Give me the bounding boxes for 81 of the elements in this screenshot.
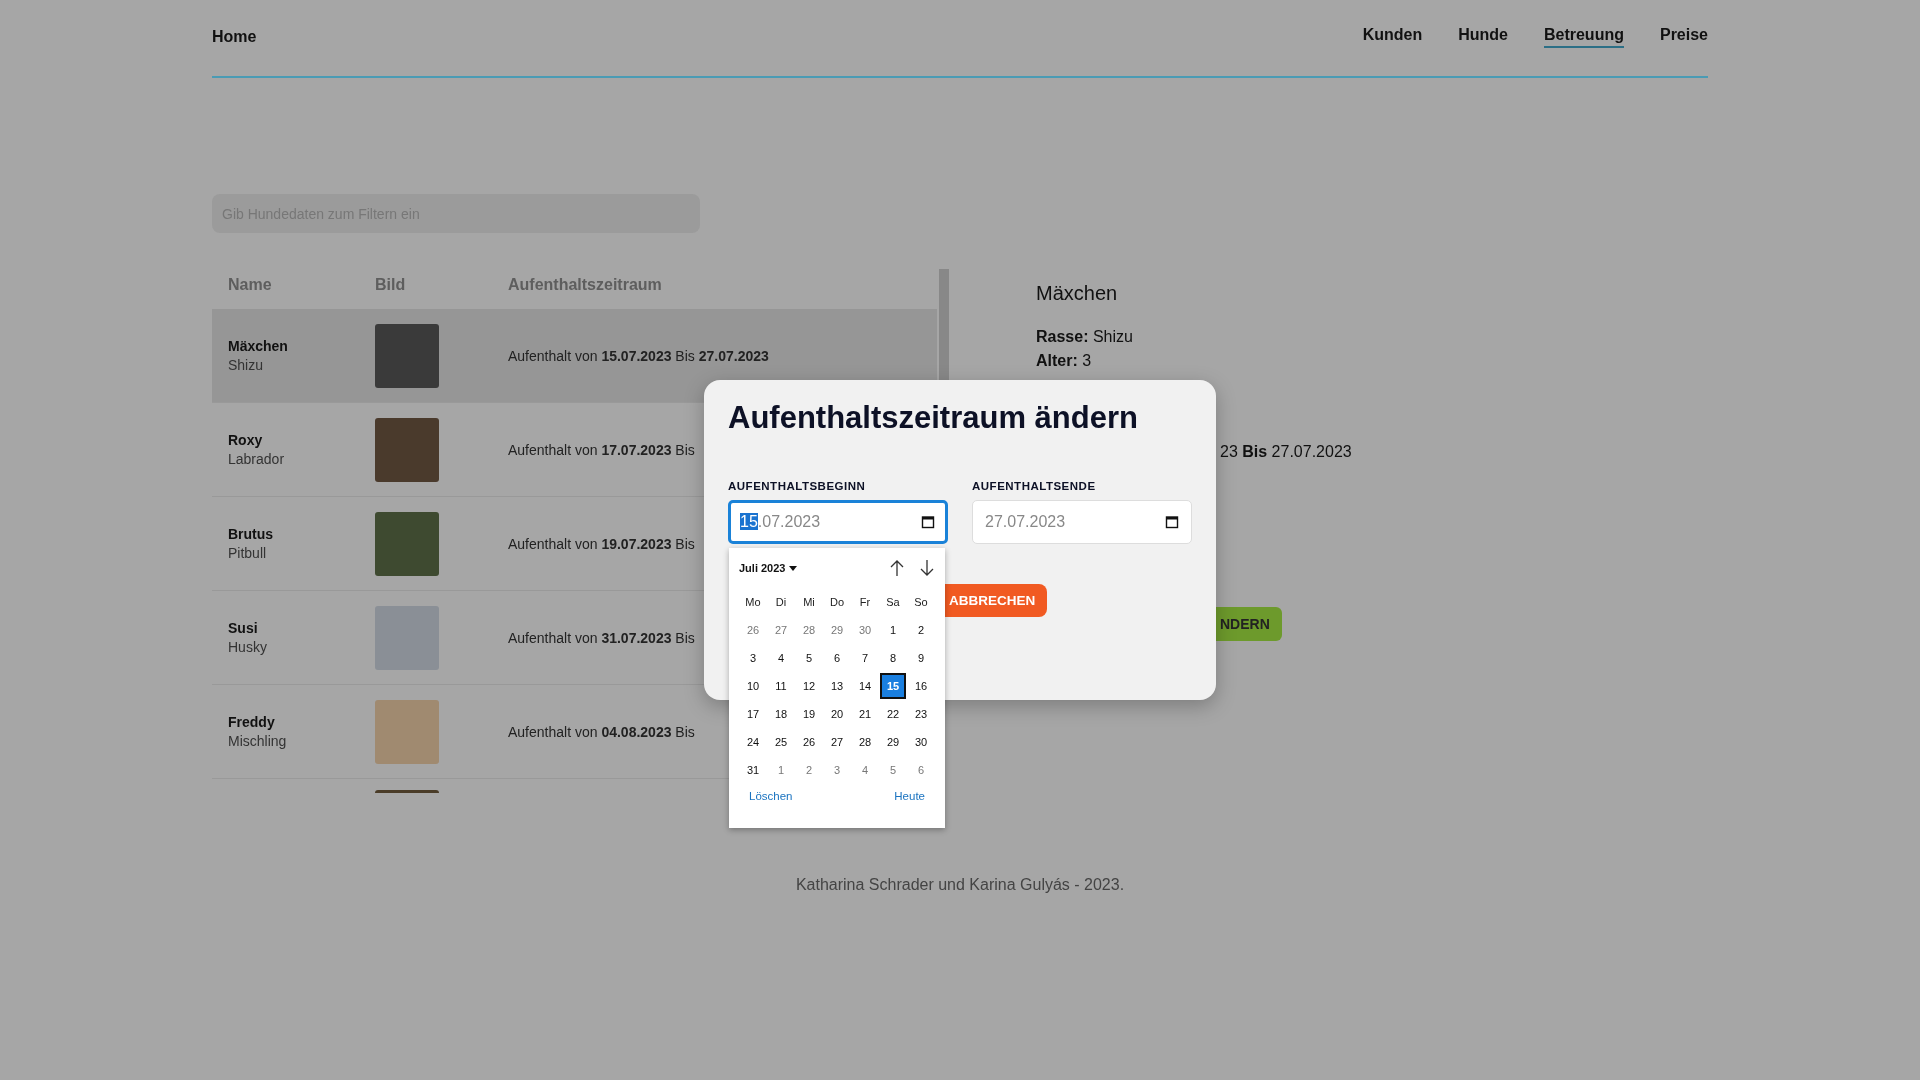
nav-link[interactable]: Betreuung <box>1543 26 1624 48</box>
dog-name: Brutus <box>228 526 275 542</box>
dog-breed: Labrador <box>228 451 286 467</box>
dog-breed: Mischling <box>228 733 288 749</box>
nav-link[interactable]: Hunde <box>1458 26 1508 48</box>
dog-name: Susi <box>228 620 259 636</box>
calendar-day[interactable]: 22 <box>879 700 907 728</box>
calendar-icon[interactable] <box>1165 515 1179 529</box>
table-row[interactable]: Mäxchen Shizu Aufenthalt von 15.07.2023 Bis 27.07.2023 <box>212 309 937 403</box>
calendar-day[interactable]: 18 <box>767 700 795 728</box>
weekday-label: Di <box>774 595 788 610</box>
home-link[interactable]: Home <box>212 28 257 46</box>
footer-text: Katharina Schrader und Karina Gulyás - 2023. <box>794 876 1126 894</box>
calendar-day[interactable]: 24 <box>739 728 767 756</box>
calendar-day[interactable]: 29 <box>879 728 907 756</box>
column-header: Bild <box>375 276 407 294</box>
calendar-day[interactable]: 26 <box>739 616 767 644</box>
calendar-day[interactable]: 30 <box>907 728 935 756</box>
calendar-day[interactable]: 3 <box>739 644 767 672</box>
calendar-day[interactable]: 5 <box>795 644 823 672</box>
calendar-day[interactable]: 28 <box>795 616 823 644</box>
calendar-day[interactable]: 15 <box>880 673 906 699</box>
calendar-day[interactable]: 23 <box>907 700 935 728</box>
weekday-label: Sa <box>885 595 901 610</box>
weekday-label: Mi <box>802 595 816 610</box>
calendar-day[interactable]: 20 <box>823 700 851 728</box>
weekday-label: Fr <box>858 595 872 610</box>
weekday-label: So <box>913 595 929 610</box>
weekday-label: Do <box>828 595 846 610</box>
detail-field: Rasse: Shizu <box>1036 325 1133 349</box>
stay-period: Aufenthalt von 04.08.2023 Bis <box>508 723 695 740</box>
today-link[interactable]: Heute <box>894 790 925 802</box>
dog-breed: Husky <box>228 639 268 655</box>
calendar-day[interactable]: 28 <box>851 728 879 756</box>
calendar-day[interactable]: 9 <box>907 644 935 672</box>
dropdown-caret-icon[interactable] <box>789 565 798 571</box>
calendar-day[interactable]: 6 <box>823 644 851 672</box>
field-label: AUFENTHALTSENDE <box>972 480 1097 492</box>
photo-placeholder <box>375 699 439 764</box>
calendar-day[interactable]: 30 <box>851 616 879 644</box>
clear-link[interactable]: Löschen <box>749 790 793 802</box>
nav-link[interactable]: Preise <box>1659 26 1708 48</box>
photo-placeholder <box>375 323 439 388</box>
detail-field: Alter: 3 <box>1036 349 1092 373</box>
calendar-day[interactable]: 2 <box>907 616 935 644</box>
detail-title: Mäxchen <box>1036 282 1118 305</box>
calendar-day[interactable]: 29 <box>823 616 851 644</box>
calendar-day[interactable]: 4 <box>767 644 795 672</box>
calendar-day[interactable]: 8 <box>879 644 907 672</box>
calendar-day[interactable]: 1 <box>879 616 907 644</box>
column-header: Aufenthaltszeitraum <box>508 276 662 294</box>
stay-period: Aufenthalt von 31.07.2023 Bis <box>508 629 695 646</box>
photo-placeholder <box>375 417 439 482</box>
column-header: Name <box>227 276 273 294</box>
photo-placeholder <box>375 605 439 670</box>
dog-breed: Pitbull <box>228 545 268 561</box>
arrow-down-icon[interactable] <box>919 559 935 577</box>
weekday-label: Mo <box>744 595 762 610</box>
calendar-day[interactable]: 26 <box>795 728 823 756</box>
dog-breed: Shizu <box>228 357 265 373</box>
calendar-day[interactable]: 19 <box>795 700 823 728</box>
photo-placeholder <box>375 511 439 576</box>
field-label: AUFENTHALTSBEGINN <box>728 480 867 492</box>
arrow-up-icon[interactable] <box>889 559 905 577</box>
calendar-day[interactable]: 17 <box>739 700 767 728</box>
dog-name: Freddy <box>228 714 276 730</box>
dog-name: Roxy <box>228 432 264 448</box>
date-field[interactable]: 27.07.2023 <box>972 500 1192 544</box>
calendar-icon[interactable] <box>921 515 935 529</box>
calendar-day[interactable]: 25 <box>767 728 795 756</box>
calendar-day[interactable]: 27 <box>823 728 851 756</box>
nav-link[interactable]: Kunden <box>1362 26 1423 48</box>
calendar-day[interactable]: 21 <box>851 700 879 728</box>
stay-period: Aufenthalt von 17.07.2023 Bis <box>508 441 695 458</box>
dog-name: Mäxchen <box>228 338 289 354</box>
month-selector[interactable]: Juli 2023 <box>739 562 786 574</box>
detail-stay: 23 Bis 27.07.2023 <box>1220 443 1352 461</box>
calendar-day[interactable]: 7 <box>851 644 879 672</box>
stay-period: Aufenthalt von 15.07.2023 Bis 27.07.2023 <box>508 347 769 364</box>
stay-period: Aufenthalt von 19.07.2023 Bis <box>508 535 695 552</box>
calendar-day[interactable]: 27 <box>767 616 795 644</box>
